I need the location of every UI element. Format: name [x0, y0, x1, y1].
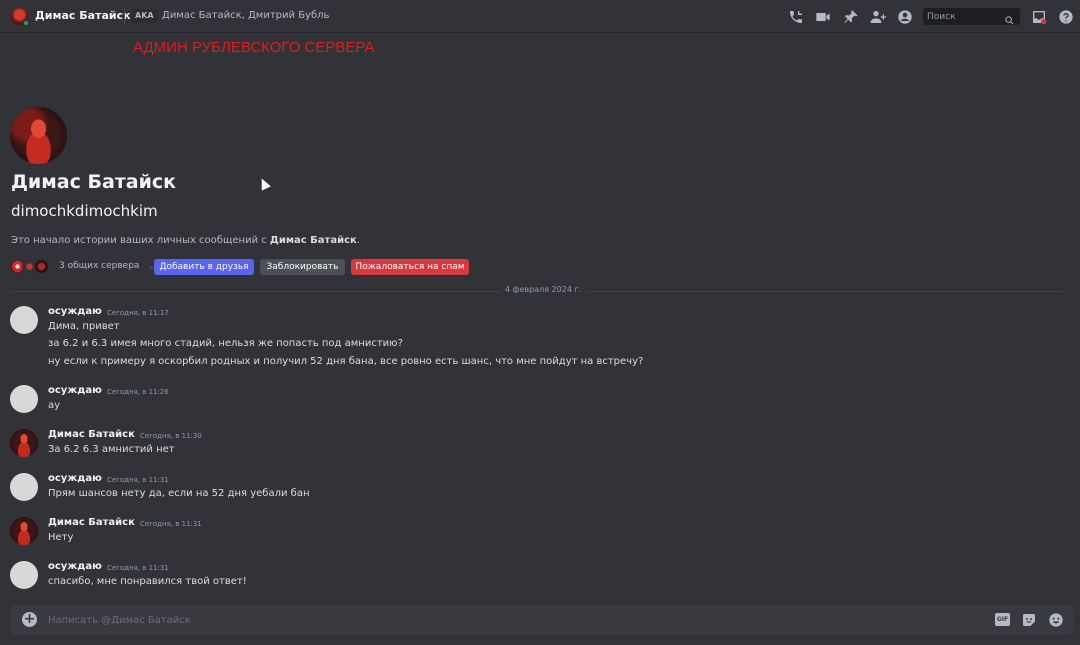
- user-profile-icon[interactable]: [896, 8, 913, 25]
- message-author[interactable]: осуждаю: [48, 473, 102, 484]
- attach-plus-icon[interactable]: +: [22, 612, 37, 627]
- online-status-icon: [22, 19, 30, 27]
- avatar[interactable]: [10, 517, 38, 545]
- message-input[interactable]: [48, 612, 948, 628]
- mouse-cursor-icon: [257, 176, 271, 191]
- avatar[interactable]: [10, 385, 38, 413]
- add-friend-button[interactable]: Добавить в друзья: [154, 259, 254, 275]
- profile-display-name: Димас Батайск: [11, 171, 177, 193]
- dm-title[interactable]: Димас Батайск: [35, 9, 131, 22]
- message-timestamp: Сегодня, в 11:17: [107, 309, 169, 317]
- pin-icon[interactable]: [842, 8, 859, 25]
- separator-dot: [150, 266, 153, 269]
- message-composer: + GIF: [10, 605, 1074, 635]
- block-button[interactable]: Заблокировать: [260, 259, 345, 275]
- report-spam-button[interactable]: Пожаловаться на спам: [351, 259, 469, 275]
- profile-avatar[interactable]: [10, 107, 67, 164]
- message-author[interactable]: осуждаю: [48, 306, 102, 317]
- message-text: Дима, привет: [48, 321, 120, 332]
- gif-picker-button[interactable]: GIF: [995, 613, 1010, 626]
- mutual-servers-count[interactable]: 3 общих сервера: [59, 261, 139, 271]
- aka-badge: AKA: [131, 9, 158, 23]
- search-input[interactable]: [923, 8, 1003, 25]
- intro-prefix: Это начало истории ваших личных сообщени…: [11, 235, 270, 246]
- inbox-icon[interactable]: [1030, 8, 1047, 25]
- title-divider: [124, 9, 125, 24]
- intro-name: Димас Батайск: [269, 235, 357, 246]
- message-timestamp: Сегодня, в 11:31: [107, 564, 169, 572]
- message-text: ау: [48, 400, 61, 411]
- top-bar: Димас Батайск AKA Димас Батайск, Дмитрий…: [0, 0, 1080, 33]
- message-text: ну если к примеру я оскорбил родных и по…: [48, 356, 644, 367]
- server-icon: [34, 259, 49, 274]
- intro-suffix: .: [356, 235, 360, 246]
- dm-intro-text: Это начало истории ваших личных сообщени…: [11, 235, 360, 246]
- message-text: Нету: [48, 532, 74, 543]
- overlay-caption: АДМИН РУБЛЕВСКОГО СЕРВЕРА: [133, 39, 375, 56]
- message-text: За 6.2 6.3 амнистий нет: [48, 444, 175, 455]
- message-author[interactable]: Димас Батайск: [48, 429, 135, 440]
- search-box[interactable]: [923, 8, 1020, 25]
- emoji-icon[interactable]: [1048, 612, 1064, 628]
- message-text: за 6.2 и 6.3 имея много стадий, нельзя ж…: [48, 338, 403, 349]
- sticker-icon[interactable]: [1021, 612, 1037, 628]
- message-timestamp: Сегодня, в 11:31: [107, 476, 169, 484]
- profile-username: dimochkdimochkim: [11, 202, 158, 220]
- message-text: спасибо, мне понравился твой ответ!: [48, 576, 247, 587]
- message-timestamp: Сегодня, в 11:31: [140, 520, 202, 528]
- avatar[interactable]: [10, 306, 38, 334]
- aka-names: Димас Батайск, Дмитрий Бубль: [162, 10, 330, 21]
- message-author[interactable]: Димас Батайск: [48, 517, 135, 528]
- avatar[interactable]: [10, 429, 38, 457]
- help-icon[interactable]: [1057, 8, 1074, 25]
- avatar[interactable]: [10, 561, 38, 589]
- message-author[interactable]: осуждаю: [48, 561, 102, 572]
- date-divider-label: 4 февраля 2024 г.: [500, 285, 587, 294]
- phone-call-icon[interactable]: [787, 8, 804, 25]
- message-timestamp: Сегодня, в 11:30: [140, 432, 202, 440]
- message-text: Прям шансов нету да, если на 52 дня уеба…: [48, 488, 310, 499]
- message-author[interactable]: осуждаю: [48, 385, 102, 396]
- add-friend-to-dm-icon[interactable]: [869, 8, 886, 25]
- avatar[interactable]: [10, 473, 38, 501]
- mutual-server-icons: [10, 259, 56, 275]
- search-icon: [1004, 11, 1015, 25]
- video-call-icon[interactable]: [814, 8, 831, 25]
- message-timestamp: Сегодня, в 11:26: [107, 388, 169, 396]
